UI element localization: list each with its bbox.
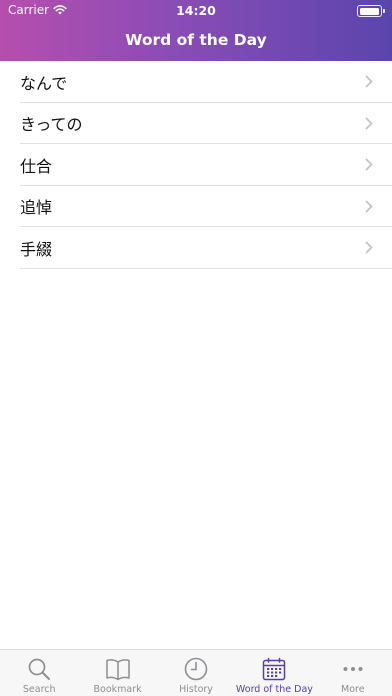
header: Carrier 14:20 Word of the Day [0,0,392,61]
list-item-label: なんで [20,73,68,93]
list-item-label: きっての [20,115,83,135]
chevron-right-icon [365,241,373,254]
tab-label: History [179,684,213,695]
calendar-icon [260,656,288,682]
tab-label: Search [22,684,56,695]
tab-search[interactable]: Search [0,650,78,696]
tab-word-of-the-day[interactable]: Word of the Day [235,650,313,696]
tab-label: Word of the Day [235,684,313,695]
tab-history[interactable]: History [157,650,235,696]
search-icon [25,656,53,682]
tab-more[interactable]: More [314,650,392,696]
clock-time: 14:20 [176,3,216,18]
list-item-label: 仕合 [20,156,53,176]
list-item[interactable]: 追悼 [0,186,392,228]
status-bar: Carrier 14:20 [0,0,392,22]
list-item[interactable]: きっての [0,103,392,145]
chevron-right-icon [365,117,373,129]
chevron-right-icon [365,75,373,88]
list-item[interactable]: 手綴 [0,227,392,269]
chevron-right-icon [365,200,373,212]
more-icon [339,656,367,682]
list-item[interactable]: なんで [0,61,392,103]
list-item-label: 追悼 [20,198,53,218]
tab-bar: Search Bookmark History Word of the Day … [0,649,392,696]
battery-icon [357,5,385,17]
list-item[interactable]: 仕合 [0,144,392,186]
tab-bookmark[interactable]: Bookmark [78,650,156,696]
list-item-label: 手綴 [20,239,53,259]
chevron-right-icon [365,158,373,171]
clock-icon [182,656,210,682]
book-icon [104,656,132,682]
word-list: なんで きっての 仕合 追悼 手綴 [0,61,392,269]
page-title: Word of the Day [125,31,267,49]
tab-label: Bookmark [93,684,142,695]
tab-label: More [341,684,365,695]
